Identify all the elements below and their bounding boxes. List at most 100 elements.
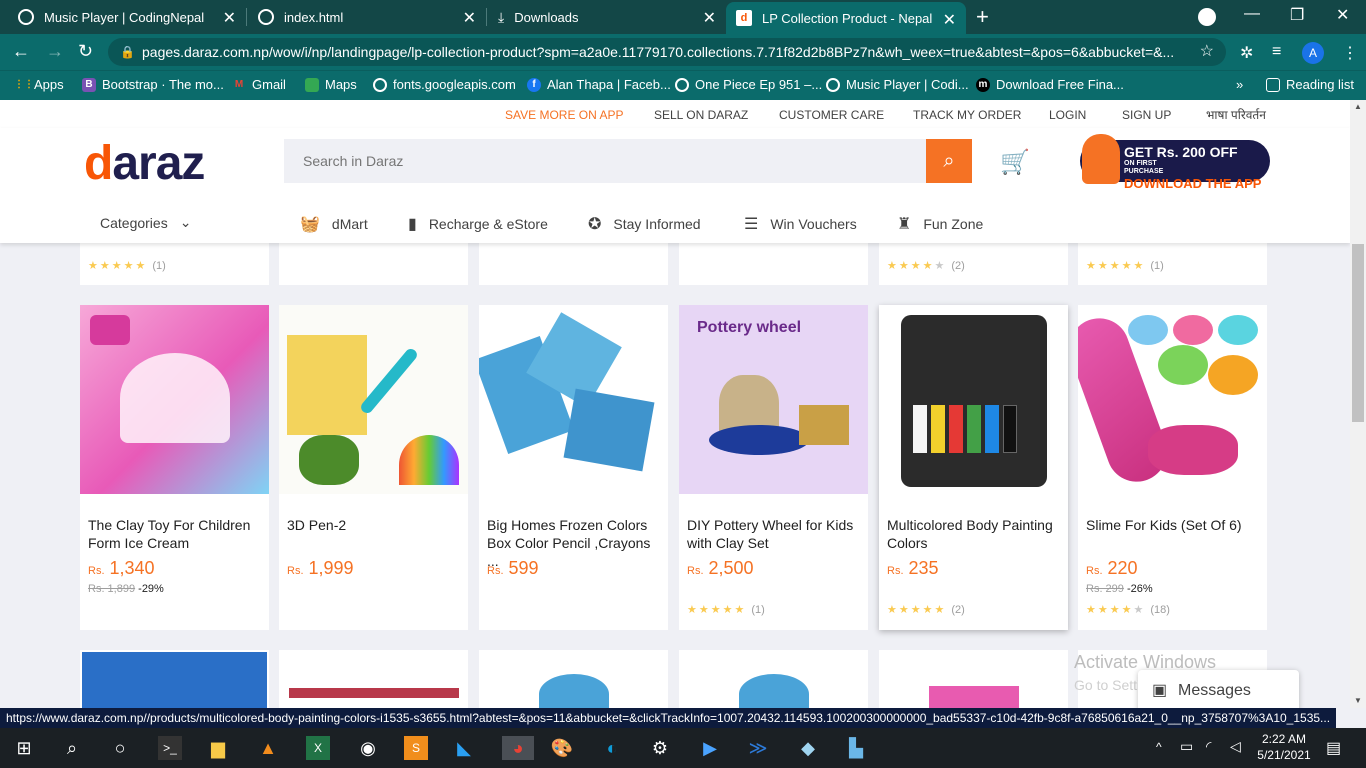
settings-gear-icon[interactable]: ⚙ bbox=[648, 736, 672, 760]
search-input[interactable]: Search in Daraz bbox=[284, 139, 926, 183]
scroll-up-icon[interactable]: ▲ bbox=[1354, 102, 1362, 111]
product-title[interactable]: DIY Pottery Wheel for Kids with Clay Set bbox=[687, 516, 861, 552]
paint-icon[interactable]: 🎨 bbox=[550, 736, 574, 760]
login-link[interactable]: LOGIN bbox=[1049, 108, 1086, 122]
nav-dmart[interactable]: 🧺 dMart bbox=[300, 214, 368, 234]
volume-icon[interactable]: ◁ bbox=[1230, 738, 1241, 755]
task-view-icon[interactable]: ○ bbox=[108, 736, 132, 760]
close-icon[interactable]: ✕ bbox=[223, 8, 236, 28]
bookmark-one-piece[interactable]: One Piece Ep 951 –... bbox=[675, 77, 822, 92]
product-image[interactable]: Pottery wheel bbox=[679, 305, 868, 494]
tab-lp-collection[interactable]: d LP Collection Product - Nepal ✕ bbox=[726, 2, 966, 34]
product-image[interactable] bbox=[80, 305, 269, 494]
excel-icon[interactable]: X bbox=[306, 736, 330, 760]
signup-link[interactable]: SIGN UP bbox=[1122, 108, 1171, 122]
clock[interactable]: 2:22 AM 5/21/2021 bbox=[1254, 732, 1314, 762]
media-player-icon[interactable]: ▶ bbox=[698, 736, 722, 760]
app-icon[interactable]: ◆ bbox=[796, 736, 820, 760]
product-card-3d-pen[interactable]: 3D Pen-2 Rs. 1,999 bbox=[279, 305, 468, 630]
product-card[interactable] bbox=[479, 650, 668, 708]
product-card[interactable] bbox=[279, 650, 468, 708]
categories-dropdown[interactable]: Categories ⌄ bbox=[100, 214, 191, 231]
notification-icon[interactable]: ▤ bbox=[1326, 738, 1341, 758]
reload-icon[interactable]: ↻ bbox=[78, 41, 93, 62]
reading-list[interactable]: Reading list bbox=[1266, 77, 1354, 92]
url-field[interactable]: 🔒 pages.daraz.com.np/wow/i/np/landingpag… bbox=[108, 38, 1226, 66]
back-icon[interactable]: ← bbox=[12, 41, 30, 62]
product-image[interactable] bbox=[879, 305, 1068, 494]
search-button[interactable]: ⌕ bbox=[926, 139, 972, 183]
tab-music-player[interactable]: Music Player | CodingNepal ✕ bbox=[8, 0, 246, 34]
sell-on-daraz-link[interactable]: SELL ON DARAZ bbox=[654, 108, 748, 122]
nav-recharge[interactable]: ▮ Recharge & eStore bbox=[408, 214, 548, 234]
close-icon[interactable]: ✕ bbox=[703, 8, 716, 28]
minimize-icon[interactable]: — bbox=[1244, 5, 1260, 23]
bookmark-download-free[interactable]: m Download Free Fina... bbox=[976, 77, 1124, 92]
bookmark-gmail[interactable]: M Gmail bbox=[232, 77, 286, 92]
product-card[interactable] bbox=[879, 650, 1068, 708]
restore-icon[interactable]: ❐ bbox=[1290, 5, 1304, 25]
close-icon[interactable]: ✕ bbox=[943, 10, 956, 30]
scrollbar-thumb[interactable] bbox=[1352, 244, 1364, 422]
tab-index-html[interactable]: index.html ✕ bbox=[248, 0, 486, 34]
search-icon[interactable]: ⌕ bbox=[60, 736, 84, 760]
product-image[interactable] bbox=[479, 305, 668, 494]
powershell-icon[interactable]: ≫ bbox=[746, 736, 770, 760]
media-control-icon[interactable]: ≡ bbox=[1272, 43, 1281, 61]
close-icon[interactable]: ✕ bbox=[463, 8, 476, 28]
wifi-icon[interactable]: ◜ bbox=[1206, 738, 1211, 755]
product-card-pottery-wheel[interactable]: Pottery wheel DIY Pottery Wheel for Kids… bbox=[679, 305, 868, 630]
bookmark-music-player[interactable]: Music Player | Codi... bbox=[826, 77, 969, 92]
product-card-frozen-pencil[interactable]: Big Homes Frozen Colors Box Color Pencil… bbox=[479, 305, 668, 630]
app-download-banner[interactable]: GET Rs. 200 OFF ON FIRST PURCHASE DOWNLO… bbox=[1080, 134, 1270, 191]
messages-button[interactable]: ▣ Messages bbox=[1138, 670, 1299, 708]
file-explorer-icon[interactable]: ▆ bbox=[206, 736, 230, 760]
start-icon[interactable]: ⊞ bbox=[12, 736, 36, 760]
product-card-slime[interactable]: Slime For Kids (Set Of 6) Rs. 220 Rs. 29… bbox=[1078, 305, 1267, 630]
tab-search-icon[interactable] bbox=[1198, 8, 1216, 26]
bookmark-maps[interactable]: Maps bbox=[305, 77, 357, 92]
save-more-on-app-link[interactable]: SAVE MORE ON APP bbox=[505, 108, 623, 122]
track-order-link[interactable]: TRACK MY ORDER bbox=[913, 108, 1021, 122]
nav-fun-zone[interactable]: ♜ Fun Zone bbox=[897, 214, 983, 234]
product-card-clay-toy[interactable]: The Clay Toy For Children Form Ice Cream… bbox=[80, 305, 269, 630]
extensions-icon[interactable]: ✲ bbox=[1240, 43, 1253, 63]
chrome-icon[interactable]: ◕ bbox=[502, 736, 534, 760]
bookmark-apps[interactable]: ⋮⋮ Apps bbox=[14, 77, 64, 92]
product-title[interactable]: 3D Pen-2 bbox=[287, 516, 461, 534]
bookmark-bootstrap[interactable]: B Bootstrap · The mo... bbox=[82, 77, 224, 92]
tab-downloads[interactable]: ⤓ Downloads ✕ bbox=[488, 0, 726, 34]
vscode-icon[interactable]: ◣ bbox=[452, 736, 476, 760]
product-image[interactable] bbox=[279, 305, 468, 494]
battery-icon[interactable]: ▭ bbox=[1180, 738, 1193, 755]
new-tab-icon[interactable]: + bbox=[976, 4, 989, 30]
edge-icon[interactable]: ◐ bbox=[600, 736, 624, 760]
daraz-logo[interactable]: ddarazaraz bbox=[84, 136, 205, 191]
more-bookmarks-icon[interactable]: » bbox=[1236, 77, 1243, 92]
cart-icon[interactable]: 🛒 bbox=[1000, 148, 1030, 177]
product-card[interactable] bbox=[679, 650, 868, 708]
bookmark-facebook[interactable]: f Alan Thapa | Faceb... bbox=[527, 77, 671, 92]
photos-icon[interactable]: ▙ bbox=[844, 736, 868, 760]
nav-stay-informed[interactable]: ✪ Stay Informed bbox=[588, 214, 701, 234]
bookmark-fonts[interactable]: fonts.googleapis.com bbox=[373, 77, 516, 92]
product-title[interactable]: Multicolored Body Painting Colors bbox=[887, 516, 1061, 552]
forward-icon[interactable]: → bbox=[46, 41, 64, 62]
product-title[interactable]: The Clay Toy For Children Form Ice Cream bbox=[88, 516, 262, 552]
media-icon[interactable]: ◉ bbox=[356, 736, 380, 760]
vlc-icon[interactable]: ▲ bbox=[256, 736, 280, 760]
bookmark-star-icon[interactable]: ☆ bbox=[1200, 38, 1214, 66]
product-image[interactable] bbox=[1078, 305, 1267, 494]
customer-care-link[interactable]: CUSTOMER CARE bbox=[779, 108, 884, 122]
product-title[interactable]: Slime For Kids (Set Of 6) bbox=[1086, 516, 1260, 534]
scroll-down-icon[interactable]: ▼ bbox=[1354, 696, 1362, 705]
nav-win-vouchers[interactable]: ☰ Win Vouchers bbox=[744, 214, 857, 234]
sublime-icon[interactable]: S bbox=[404, 736, 428, 760]
language-switch-link[interactable]: भाषा परिवर्तन bbox=[1206, 106, 1266, 123]
product-card[interactable] bbox=[80, 650, 269, 708]
tray-chevron-icon[interactable]: ^ bbox=[1156, 740, 1162, 754]
terminal-icon[interactable]: >_ bbox=[158, 736, 182, 760]
profile-avatar[interactable]: A bbox=[1302, 42, 1324, 64]
product-card-body-painting[interactable]: Multicolored Body Painting Colors Rs. 23… bbox=[879, 305, 1068, 630]
page-scrollbar[interactable]: ▲ ▼ bbox=[1350, 100, 1366, 708]
